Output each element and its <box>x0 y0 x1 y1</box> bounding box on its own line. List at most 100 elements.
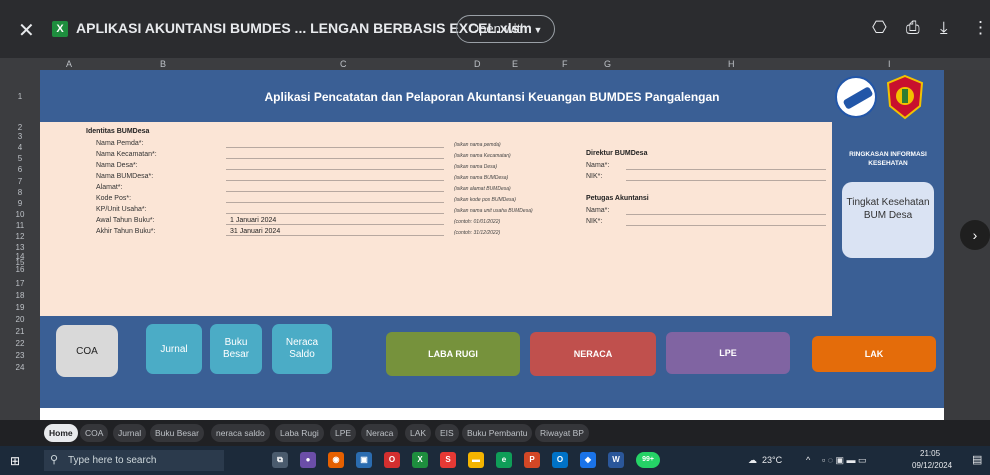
file-explorer-icon[interactable]: ▬ <box>468 452 484 468</box>
jurnal-button[interactable]: Jurnal <box>146 324 202 374</box>
close-icon[interactable]: ✕ <box>18 18 35 43</box>
whatsapp-badge: 99+ <box>642 456 654 463</box>
field-label: Nama Desa*: <box>96 162 138 169</box>
nama-pemda-field[interactable] <box>226 147 444 148</box>
notification-icon[interactable]: ▤ <box>972 453 982 466</box>
field-hint: (isikan nama Kecamatan) <box>454 153 511 159</box>
tab-neraca-saldo[interactable]: neraca saldo <box>211 424 270 442</box>
ringkasan-heading: RINGKASAN INFORMASI KESEHATAN <box>849 151 927 167</box>
edge-icon[interactable]: e <box>496 452 512 468</box>
nama-kecamatan-field[interactable] <box>226 158 444 159</box>
powerpoint-icon[interactable]: P <box>524 452 540 468</box>
clock-date[interactable]: 09/12/2024 <box>912 461 952 470</box>
neraca-button[interactable]: NERACA <box>530 332 656 376</box>
direktur-nik-field[interactable] <box>626 180 826 181</box>
page-title: Aplikasi Pencatatan dan Pelaporan Akunta… <box>264 90 720 104</box>
unit-usaha-field[interactable] <box>226 213 444 214</box>
row-num: 23 <box>15 351 25 360</box>
lpe-button[interactable]: LPE <box>666 332 790 374</box>
tab-lak[interactable]: LAK <box>405 424 432 442</box>
buku-besar-label: Buku Besar <box>222 337 250 360</box>
app-icon[interactable]: ● <box>300 452 316 468</box>
tab-coa[interactable]: COA <box>80 424 109 442</box>
nama-desa-field[interactable] <box>226 169 444 170</box>
field-hint: (isikan alamat BUMDesa) <box>454 186 511 192</box>
row-num: 21 <box>15 327 25 336</box>
task-view-icon[interactable]: ⧉ <box>272 452 288 468</box>
row-num: 3 <box>17 132 23 141</box>
next-arrow-icon[interactable]: › <box>960 220 990 250</box>
row-num: 18 <box>15 291 25 300</box>
petugas-nik-field[interactable] <box>626 225 826 226</box>
open-with-button[interactable]: Open with ▼ <box>456 15 556 43</box>
tab-neraca[interactable]: Neraca <box>361 424 399 442</box>
petugas-nama-label: Nama*: <box>586 207 610 214</box>
windows-start-icon[interactable]: ⊞ <box>10 454 20 468</box>
neraca-saldo-button[interactable]: Neraca Saldo <box>272 324 332 374</box>
tab-home[interactable]: Home <box>44 424 78 442</box>
row-num: 5 <box>17 154 23 163</box>
direktur-nama-field[interactable] <box>626 169 826 170</box>
add-to-drive-icon[interactable]: ⎔ <box>872 18 887 38</box>
awal-tahun-buku-value[interactable]: 1 Januari 2024 <box>230 217 276 224</box>
excel-file-icon: X <box>52 21 68 37</box>
row-num: 6 <box>17 165 23 174</box>
field-label: Nama Pemda*: <box>96 140 144 147</box>
petugas-nama-field[interactable] <box>626 214 826 215</box>
more-options-icon[interactable]: ⋮ <box>972 18 989 38</box>
firefox-icon[interactable]: ◉ <box>328 452 344 468</box>
opera-icon[interactable]: O <box>384 452 400 468</box>
field-label: KP/Unit Usaha*: <box>96 206 147 213</box>
coa-button[interactable]: COA <box>56 325 118 377</box>
lak-button[interactable]: LAK <box>812 336 936 372</box>
weather-temp[interactable]: 23°C <box>762 455 782 465</box>
whatsapp-icon[interactable]: 99+ <box>636 452 660 468</box>
col-i: I <box>888 59 891 69</box>
field-underline <box>226 224 444 225</box>
excel-taskbar-icon[interactable]: X <box>412 452 428 468</box>
outlook-icon[interactable]: O <box>552 452 568 468</box>
col-h: H <box>728 59 735 69</box>
field-label: Awal Tahun Buku*: <box>96 217 155 224</box>
lpe-label: LPE <box>719 348 737 358</box>
app-icon[interactable]: S <box>440 452 456 468</box>
tab-buku-besar[interactable]: Buku Besar <box>150 424 204 442</box>
word-icon[interactable]: W <box>608 452 624 468</box>
field-underline <box>226 235 444 236</box>
akhir-tahun-buku-value[interactable]: 31 Januari 2024 <box>230 228 280 235</box>
nama-bumdesa-field[interactable] <box>226 180 444 181</box>
app-icon[interactable]: ◆ <box>580 452 596 468</box>
print-icon[interactable]: ⎙ <box>906 18 920 38</box>
direktur-nik-label: NIK*: <box>586 173 603 180</box>
identitas-panel: Identitas BUMDesa Nama Pemda*: (isikan n… <box>40 122 832 316</box>
alamat-field[interactable] <box>226 191 444 192</box>
tab-buku-pembantu[interactable]: Buku Pembantu <box>462 424 533 442</box>
tab-riwayat-bp[interactable]: Riwayat BP <box>535 424 589 442</box>
tab-jurnal[interactable]: Jurnal <box>113 424 147 442</box>
download-icon[interactable]: ⤓ <box>940 18 948 38</box>
field-hint: (contoh: 31/12/2022) <box>454 230 501 236</box>
sheet-bottom-strip <box>40 408 944 420</box>
row-num: 19 <box>15 303 25 312</box>
store-icon[interactable]: ▣ <box>356 452 372 468</box>
row-num: 11 <box>15 221 25 230</box>
kode-pos-field[interactable] <box>226 202 444 203</box>
buku-besar-button[interactable]: Buku Besar <box>210 324 262 374</box>
taskbar-search[interactable]: ⚲ Type here to search <box>44 450 224 471</box>
row-num: 13 <box>15 243 25 252</box>
coa-label: COA <box>76 345 98 357</box>
tray-icons[interactable]: ▫ ◌ ▣ ▬ ▭ <box>822 455 867 466</box>
tab-lpe[interactable]: LPE <box>330 424 357 442</box>
laba-rugi-button[interactable]: LABA RUGI <box>386 332 520 376</box>
field-hint: (isikan nama BUMDesa) <box>454 175 509 181</box>
tab-laba-rugi[interactable]: Laba Rugi <box>275 424 324 442</box>
col-b: B <box>160 59 167 69</box>
row-num: 2 <box>17 123 23 132</box>
tingkat-kesehatan-box[interactable]: Tingkat Kesehatan BUM Desa <box>842 182 934 258</box>
field-hint: (isikan nama Desa) <box>454 164 498 170</box>
jurnal-label: Jurnal <box>160 343 188 355</box>
clock-time[interactable]: 21:05 <box>920 449 940 458</box>
petugas-nik-label: NIK*: <box>586 218 603 225</box>
tray-chevron-icon[interactable]: ^ <box>806 455 810 465</box>
tab-eis[interactable]: EIS <box>435 424 459 442</box>
